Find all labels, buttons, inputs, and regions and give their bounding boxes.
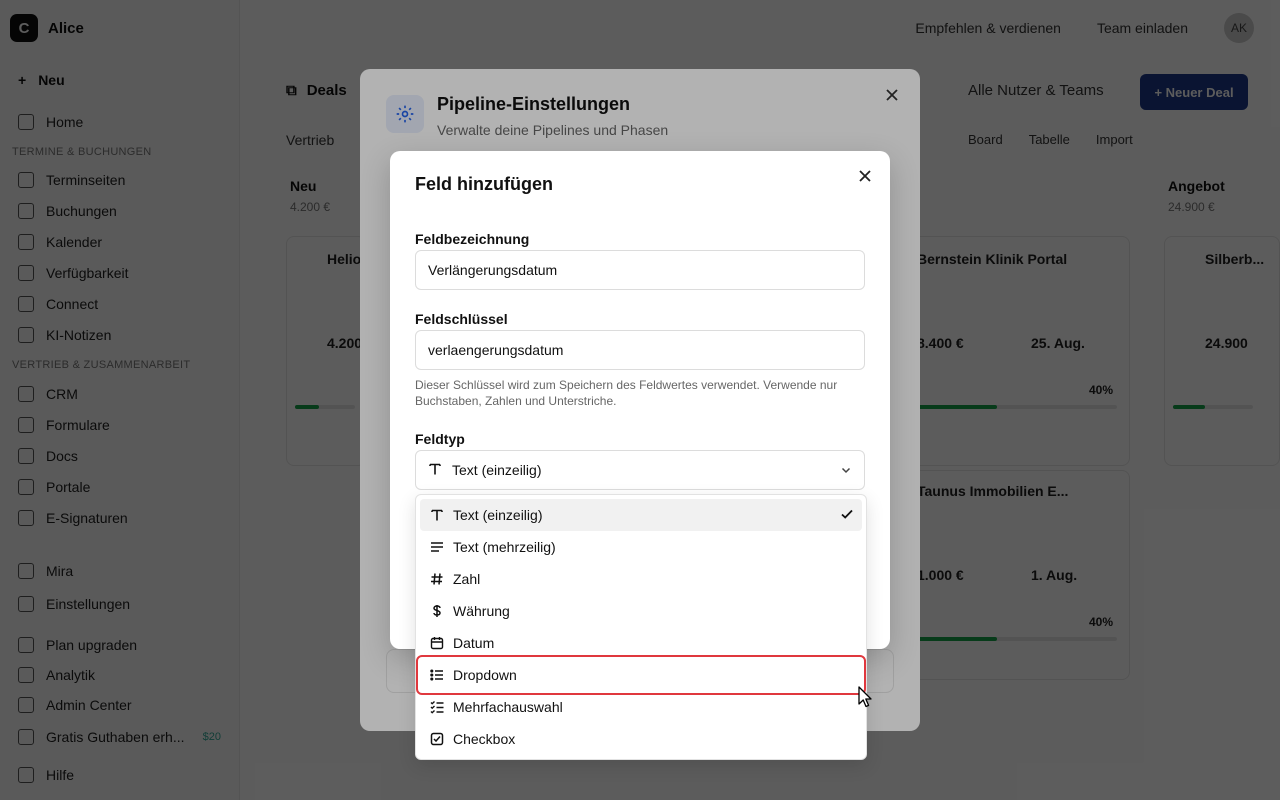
option-number[interactable]: Zahl [420,563,862,595]
option-label: Währung [453,603,510,619]
field-key-input[interactable] [415,330,865,370]
multiline-text-icon [430,540,444,554]
option-label: Mehrfachauswahl [453,699,563,715]
chevron-down-icon [840,464,852,476]
field-label-input[interactable] [415,250,865,290]
option-label: Datum [453,635,495,651]
field-type-select[interactable]: Text (einzeilig) [415,450,865,490]
option-multiselect[interactable]: Mehrfachauswahl [420,691,862,723]
option-label: Zahl [453,571,481,587]
field-type-label: Feldtyp [415,431,465,447]
field-key-label: Feldschlüssel [415,311,508,327]
field-key-help: Dieser Schlüssel wird zum Speichern des … [415,378,838,408]
option-text-multi[interactable]: Text (mehrzeilig) [420,531,862,563]
text-icon [430,508,444,522]
field-type-dropdown: Text (einzeilig) Text (mehrzeilig) Zahl … [415,494,867,760]
field-label-label: Feldbezeichnung [415,231,530,247]
checklist-icon [430,700,444,714]
option-label: Text (einzeilig) [453,507,543,523]
check-icon [840,507,854,521]
hash-icon [430,572,444,586]
option-currency[interactable]: Währung [420,595,862,627]
close-icon[interactable] [856,167,874,185]
mouse-cursor-icon [858,686,872,713]
option-dropdown[interactable]: Dropdown [420,659,862,691]
option-text-single[interactable]: Text (einzeilig) [420,499,862,531]
checkbox-icon [430,732,444,746]
text-icon [428,462,442,479]
option-label: Dropdown [453,667,517,683]
option-label: Text (mehrzeilig) [453,539,556,555]
modal-title: Feld hinzufügen [415,174,553,194]
option-date[interactable]: Datum [420,627,862,659]
list-icon [430,668,444,682]
dollar-icon [430,604,444,618]
option-label: Checkbox [453,731,516,747]
calendar-icon [430,636,444,650]
option-checkbox[interactable]: Checkbox [420,723,862,755]
field-type-value: Text (einzeilig) [452,462,542,478]
